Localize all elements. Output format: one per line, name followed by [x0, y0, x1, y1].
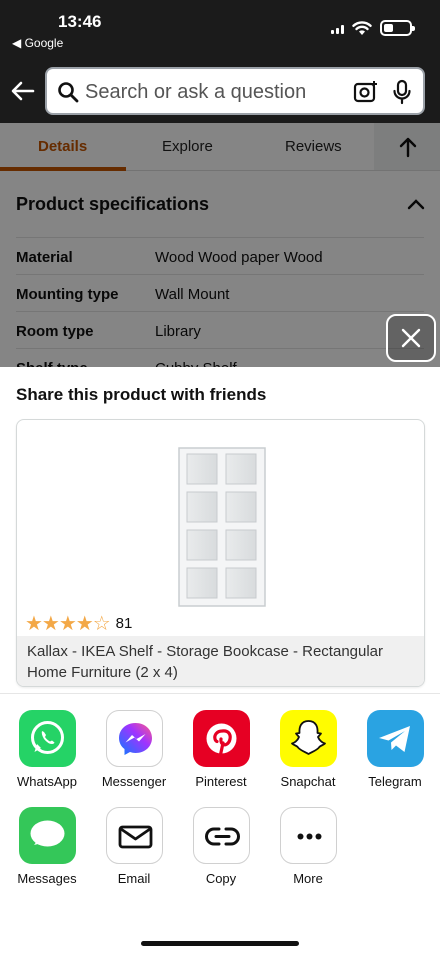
- search-input[interactable]: Search or ask a question: [85, 81, 306, 104]
- back-arrow-icon[interactable]: [10, 78, 36, 104]
- share-messages[interactable]: Messages: [7, 807, 87, 886]
- cellular-signal-icon: [331, 22, 344, 155]
- share-email[interactable]: Email: [94, 807, 174, 886]
- status-time: 13:46: [58, 12, 102, 31]
- wifi-icon: [352, 20, 372, 35]
- share-messenger[interactable]: Messenger: [94, 710, 174, 789]
- more-icon: [279, 807, 337, 864]
- app-label: WhatsApp: [17, 774, 77, 789]
- close-share-button[interactable]: [386, 314, 436, 362]
- product-image: [178, 447, 266, 607]
- back-to-google-link[interactable]: ◀ Google: [12, 36, 63, 50]
- divider: [0, 693, 440, 694]
- envelope-icon: [105, 807, 163, 864]
- messenger-icon: [105, 710, 163, 767]
- home-indicator: [141, 941, 299, 946]
- app-label: Messenger: [101, 774, 167, 789]
- status-icons: [331, 20, 415, 155]
- pinterest-icon: [192, 710, 250, 767]
- app-label: Snapchat: [280, 774, 336, 789]
- product-rating: ★★★★☆ 81: [25, 611, 132, 636]
- share-sheet-title: Share this product with friends: [16, 385, 267, 404]
- search-bar[interactable]: Search or ask a question: [45, 67, 425, 115]
- search-icon: [58, 82, 79, 103]
- share-pinterest[interactable]: Pinterest: [181, 710, 261, 789]
- app-header: 13:46 ◀ Google Search or ask a question: [0, 0, 440, 155]
- battery-icon: [380, 20, 415, 36]
- close-icon: [401, 328, 421, 348]
- app-label: Telegram: [368, 774, 422, 789]
- telegram-icon: [366, 710, 424, 767]
- share-sheet: Share this product with friends ★★★★☆ 81…: [0, 367, 440, 955]
- star-rating-icon: ★★★★☆: [25, 613, 111, 635]
- share-snapchat[interactable]: Snapchat: [268, 710, 348, 789]
- app-label: More: [293, 871, 323, 886]
- app-label: Email: [117, 871, 151, 886]
- modal-backdrop[interactable]: [0, 123, 440, 368]
- snapchat-icon: [279, 710, 337, 767]
- share-whatsapp[interactable]: WhatsApp: [7, 710, 87, 789]
- app-label: Pinterest: [195, 774, 247, 789]
- app-label: Messages: [17, 871, 77, 886]
- link-icon: [192, 807, 250, 864]
- messages-icon: [18, 807, 76, 864]
- camera-search-icon[interactable]: [353, 80, 379, 104]
- app-label: Copy: [205, 871, 237, 886]
- review-count: 81: [115, 615, 133, 632]
- share-telegram[interactable]: Telegram: [355, 710, 435, 789]
- share-copy-link[interactable]: Copy: [181, 807, 261, 886]
- product-title: Kallax - IKEA Shelf - Storage Bookcase -…: [17, 636, 424, 686]
- whatsapp-icon: [18, 710, 76, 767]
- product-preview-card[interactable]: ★★★★☆ 81 Kallax - IKEA Shelf - Storage B…: [16, 419, 425, 687]
- share-more[interactable]: More: [268, 807, 348, 886]
- microphone-icon[interactable]: [391, 79, 413, 105]
